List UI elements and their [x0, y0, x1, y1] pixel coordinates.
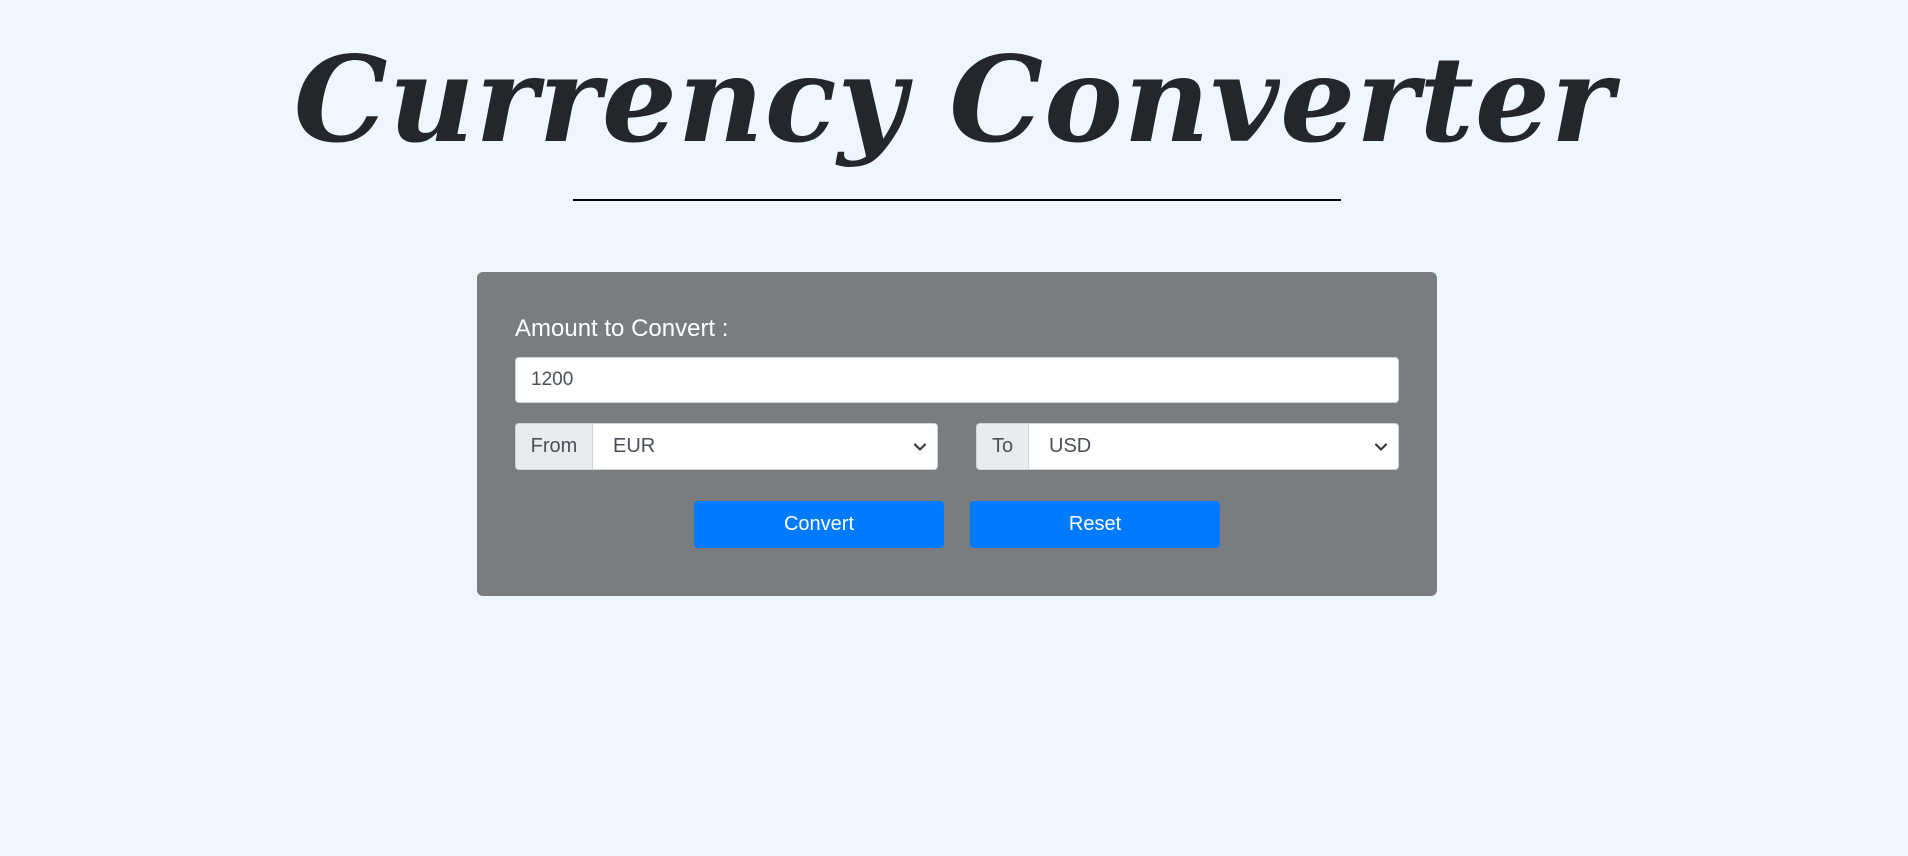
from-currency-value: EUR — [613, 435, 656, 457]
amount-label: Amount to Convert : — [515, 315, 729, 342]
to-label: To — [976, 423, 1028, 470]
from-label: From — [515, 423, 592, 470]
reset-button[interactable]: Reset — [970, 501, 1220, 548]
converter-card: Amount to Convert : From EUR To USD Conv… — [477, 272, 1437, 596]
to-currency-select[interactable]: USD — [1028, 423, 1399, 470]
from-currency-group: From EUR — [515, 423, 938, 470]
header: Currency Converter — [0, 30, 1908, 170]
convert-button[interactable]: Convert — [694, 501, 944, 548]
from-currency-select[interactable]: EUR — [592, 423, 938, 470]
chevron-down-icon — [913, 442, 927, 451]
to-currency-value: USD — [1049, 435, 1092, 457]
page-title: Currency Converter — [293, 30, 1615, 169]
title-underline — [573, 199, 1341, 201]
to-currency-group: To USD — [976, 423, 1399, 470]
chevron-down-icon — [1374, 442, 1388, 451]
amount-input[interactable] — [515, 357, 1399, 403]
